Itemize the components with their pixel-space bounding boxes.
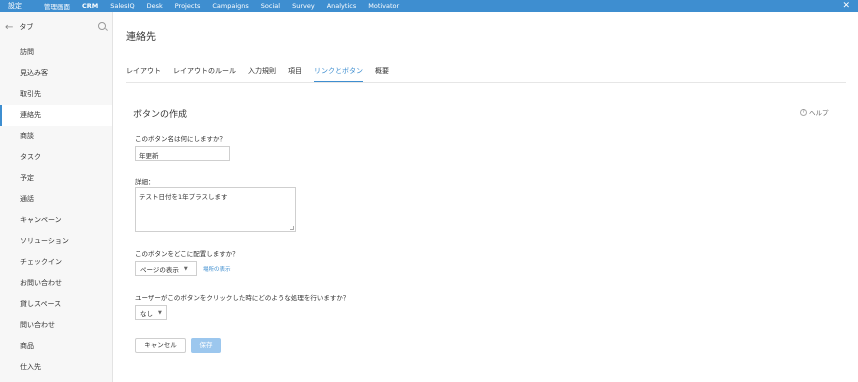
action-value: なし <box>140 309 153 318</box>
sidebar-item[interactable]: 仕入先 <box>0 357 112 378</box>
save-button[interactable]: 保存 <box>191 338 221 353</box>
sidebar-header: ← タブ <box>0 12 112 42</box>
action-label: ユーザーがこのボタンをクリックした時にどのような処理を行いますか？ <box>135 294 350 302</box>
detail-textarea[interactable]: テスト日付を1年プラスします <box>135 187 296 232</box>
tab-5[interactable]: 概要 <box>375 66 389 82</box>
top-nav-item-5[interactable]: Campaigns <box>212 2 248 10</box>
top-nav-item-9[interactable]: Motivator <box>368 2 399 10</box>
sidebar: ← タブ 訪問 見込み客 取引先 連絡先 商談 タスク 予定 通話 キャンペーン ソリューションチ… <box>0 12 113 382</box>
cancel-button[interactable]: キャンセル <box>135 338 186 353</box>
sidebar-item[interactable]: 訪問 <box>0 42 112 63</box>
button-name-label: このボタン名は何にしますか？ <box>135 135 226 143</box>
settings-title[interactable]: 設定 <box>0 1 44 11</box>
search-icon[interactable] <box>98 22 106 30</box>
tab-3[interactable]: 項目 <box>288 66 302 82</box>
sidebar-item[interactable]: 問い合わせ <box>0 315 112 336</box>
placement-label: このボタンをどこに配置しますか？ <box>135 250 239 258</box>
sidebar-item[interactable]: 予定 <box>0 168 112 189</box>
sidebar-item[interactable]: タスク <box>0 147 112 168</box>
top-nav-item-6[interactable]: Social <box>261 2 280 10</box>
top-navigation-bar: 設定 管理画面 CRM SalesIQ Desk Projects Campaigns So… <box>0 0 858 12</box>
tab-1[interactable]: レイアウトのルール <box>173 66 236 82</box>
tab-0[interactable]: レイアウト <box>126 66 161 82</box>
top-nav-item-0[interactable]: 管理画面 <box>44 1 70 11</box>
sidebar-item[interactable]: 商品 <box>0 336 112 357</box>
top-nav-item-7[interactable]: Survey <box>292 2 315 10</box>
help-link[interactable]: ? ヘルプ <box>800 107 829 117</box>
close-icon[interactable]: ✕ <box>842 0 850 12</box>
tab-2[interactable]: 入力規則 <box>248 66 276 82</box>
sidebar-item[interactable]: 取引先 <box>0 84 112 105</box>
sidebar-item[interactable]: 通話 <box>0 189 112 210</box>
help-label: ヘルプ <box>809 109 829 117</box>
page-title: 連絡先 <box>126 32 156 43</box>
sidebar-item[interactable]: 見込み客 <box>0 63 112 84</box>
chevron-down-icon: ▼ <box>183 265 188 272</box>
button-name-input[interactable]: 年更新 <box>135 146 230 161</box>
sidebar-item[interactable]: 貸しスペース <box>0 294 112 315</box>
help-icon: ? <box>800 108 807 116</box>
section-title: ボタンの作成 <box>133 110 188 120</box>
sidebar-list: 訪問 見込み客 取引先 連絡先 商談 タスク 予定 通話 キャンペーン ソリューション チェックイン… <box>0 42 112 378</box>
sidebar-item[interactable]: ソリューション <box>0 231 112 252</box>
chevron-down-icon: ▼ <box>158 309 162 316</box>
top-nav-item-8[interactable]: Analytics <box>327 2 357 10</box>
top-nav-item-1[interactable]: CRM <box>82 2 98 10</box>
sidebar-item[interactable]: チェックイン <box>0 252 112 273</box>
back-arrow-icon[interactable]: ← <box>5 22 13 33</box>
sidebar-item[interactable]: お問い合わせ <box>0 273 112 294</box>
sidebar-item[interactable]: 連絡先 <box>0 105 112 126</box>
resize-handle-icon[interactable] <box>290 226 294 230</box>
top-nav-item-4[interactable]: Projects <box>175 2 201 10</box>
tab-4[interactable]: リンクとボタン <box>314 66 363 82</box>
sidebar-item[interactable]: 商談 <box>0 126 112 147</box>
main-content: 連絡先 レイアウト レイアウトのルール 入力規則 項目 リンクとボタン 概要 ボタンの作成… <box>114 12 858 382</box>
placement-value: ページの表示 <box>140 265 179 274</box>
sidebar-header-label: タブ <box>19 23 34 31</box>
tab-bar: レイアウト レイアウトのルール 入力規則 項目 リンクとボタン 概要 <box>126 66 846 83</box>
sidebar-item[interactable]: キャンペーン <box>0 210 112 231</box>
detail-label: 詳細： <box>135 178 155 186</box>
placement-select[interactable]: ページの表示 ▼ <box>135 261 197 276</box>
placement-link[interactable]: 場所の表示 <box>203 265 231 273</box>
action-select[interactable]: なし ▼ <box>135 305 167 320</box>
detail-text: テスト日付を1年プラスします <box>139 193 228 201</box>
top-nav-item-2[interactable]: SalesIQ <box>110 2 134 10</box>
top-nav-menu: 管理画面 CRM SalesIQ Desk Projects Campaigns Socia… <box>44 1 411 11</box>
top-nav-item-3[interactable]: Desk <box>147 2 163 10</box>
